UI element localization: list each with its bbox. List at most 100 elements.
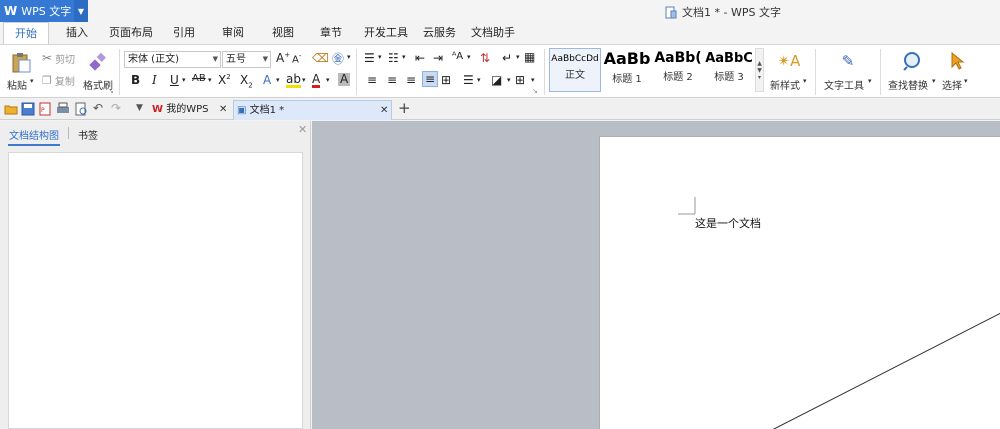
style-normal[interactable]: AaBbCcDd 正文	[549, 48, 601, 92]
grow-font-icon[interactable]: A+	[276, 51, 290, 65]
chevron-down-icon[interactable]: ▾	[30, 77, 34, 85]
chevron-down-icon[interactable]: ▾	[326, 76, 330, 84]
chevron-up-icon[interactable]: ▲	[757, 60, 762, 67]
table-icon[interactable]: ▦	[524, 50, 535, 64]
chevron-down-icon[interactable]: ▾	[516, 53, 520, 61]
sort-icon[interactable]: ⇅	[480, 51, 490, 65]
align-left-icon[interactable]: ≡	[367, 73, 377, 87]
tab-my-wps[interactable]: W 我的WPS ✕	[150, 100, 230, 120]
bold-icon[interactable]: B	[131, 73, 140, 87]
close-icon[interactable]: ✕	[380, 101, 388, 121]
chevron-down-icon[interactable]: ▼	[757, 67, 762, 74]
save-icon[interactable]	[21, 102, 35, 116]
shrink-font-icon[interactable]: A-	[292, 52, 301, 65]
borders-icon[interactable]: ⊞	[515, 73, 525, 87]
chevron-down-icon[interactable]: ▾	[378, 53, 382, 61]
cut-button[interactable]: ✂ 剪切	[42, 51, 92, 66]
clear-format-icon[interactable]: ⌫	[312, 51, 329, 65]
group-launcher-icon[interactable]: ↘	[532, 87, 538, 95]
tab-home[interactable]: 开始	[3, 22, 49, 45]
char-shading-icon[interactable]: A	[338, 73, 351, 86]
chevron-down-icon[interactable]: ▾	[507, 76, 511, 84]
distributed-align-icon[interactable]: ⊞	[441, 73, 451, 87]
expand-icon[interactable]: ▾	[758, 74, 761, 81]
tab-document-outline[interactable]: 文档结构图	[9, 127, 59, 142]
chevron-down-icon[interactable]: ▾	[208, 76, 212, 84]
new-style-label[interactable]: 新样式	[770, 77, 800, 92]
tab-cloud-service[interactable]: 云服务	[423, 22, 456, 44]
text-effect-icon[interactable]: A	[263, 73, 271, 87]
paste-button[interactable]	[8, 51, 34, 75]
chevron-down-icon[interactable]: ▾	[402, 53, 406, 61]
style-gallery-scroll[interactable]: ▲ ▼ ▾	[755, 48, 764, 92]
chevron-down-icon[interactable]: ▾	[347, 53, 351, 61]
chevron-down-icon[interactable]: ▾	[868, 77, 872, 85]
text-tools-label[interactable]: 文字工具	[824, 77, 864, 92]
bullet-list-icon[interactable]: ☰	[364, 51, 375, 65]
print-preview-icon[interactable]	[74, 102, 88, 116]
tab-review[interactable]: 审阅	[222, 22, 244, 44]
paste-label[interactable]: 粘贴	[7, 77, 27, 92]
outline-tree[interactable]	[8, 152, 303, 429]
tab-bookmarks[interactable]: 书签	[78, 127, 98, 142]
shading-icon[interactable]: ◪	[491, 73, 502, 87]
tab-view[interactable]: 视图	[272, 22, 294, 44]
strikethrough-icon[interactable]: AB	[192, 73, 206, 84]
chevron-down-icon[interactable]: ▾	[477, 76, 481, 84]
font-name-combo[interactable]: 宋体 (正文) ▼	[124, 51, 221, 68]
tab-insert[interactable]: 插入	[66, 22, 88, 44]
new-style-button[interactable]: ✴A	[777, 50, 801, 72]
find-replace-button[interactable]	[900, 49, 924, 73]
underline-icon[interactable]: U	[170, 73, 179, 87]
align-center-icon[interactable]: ≡	[387, 73, 397, 87]
font-color-icon[interactable]: A	[312, 73, 321, 88]
print-icon[interactable]	[56, 102, 70, 116]
open-folder-icon[interactable]	[4, 102, 18, 116]
chevron-down-icon[interactable]: ▼	[74, 0, 88, 22]
line-spacing-icon[interactable]: ☰	[463, 73, 474, 87]
change-case-icon[interactable]: ᴬA	[452, 51, 463, 62]
subscript-icon[interactable]: X2	[240, 73, 253, 89]
find-replace-label[interactable]: 查找替换	[888, 77, 928, 92]
chevron-down-icon[interactable]: ▾	[964, 77, 968, 85]
chevron-down-icon[interactable]: ▾	[182, 76, 186, 84]
chevron-down-icon[interactable]: ▾	[803, 77, 807, 85]
numbered-list-icon[interactable]: ☷	[388, 51, 399, 65]
style-heading-3[interactable]: AaBbC 标题 3	[704, 48, 754, 92]
close-icon[interactable]: ✕	[219, 100, 227, 120]
export-pdf-icon[interactable]: P	[38, 102, 52, 116]
close-icon[interactable]: ✕	[298, 123, 307, 136]
decrease-indent-icon[interactable]: ⇤	[415, 51, 425, 65]
document-text[interactable]: 这是一个文档	[695, 215, 761, 231]
highlight-icon[interactable]: ab	[286, 73, 301, 88]
tab-references[interactable]: 引用	[173, 22, 195, 44]
document-page[interactable]: 这是一个文档	[599, 136, 1000, 429]
tab-document-1[interactable]: ▣ 文档1 * ✕	[233, 100, 392, 120]
phonetic-guide-icon[interactable]: ㊎	[332, 50, 344, 67]
customize-toolbar-icon[interactable]: ▼	[136, 103, 143, 113]
select-label[interactable]: 选择	[942, 77, 962, 92]
align-right-icon[interactable]: ≡	[406, 73, 416, 87]
new-tab-plus-icon[interactable]: +	[398, 99, 411, 117]
app-menu-button[interactable]: W WPS 文字 ▼	[0, 0, 88, 22]
style-heading-2[interactable]: AaBb( 标题 2	[653, 48, 703, 92]
tab-page-layout[interactable]: 页面布局	[109, 22, 153, 44]
tab-section[interactable]: 章节	[320, 22, 342, 44]
show-marks-icon[interactable]: ↵	[502, 51, 512, 65]
text-tools-button[interactable]: ✎	[836, 50, 860, 72]
chevron-down-icon[interactable]: ▾	[467, 53, 471, 61]
increase-indent-icon[interactable]: ⇥	[433, 51, 443, 65]
redo-icon[interactable]: ↷	[111, 101, 121, 115]
chevron-down-icon[interactable]: ▾	[531, 76, 535, 84]
font-size-combo[interactable]: 五号 ▼	[222, 51, 271, 68]
italic-icon[interactable]: I	[152, 73, 157, 87]
tab-developer[interactable]: 开发工具	[364, 22, 408, 44]
document-canvas[interactable]: 这是一个文档	[312, 121, 1000, 429]
chevron-down-icon[interactable]: ▾	[302, 76, 306, 84]
format-painter-button[interactable]	[86, 51, 110, 73]
style-heading-1[interactable]: AaBb 标题 1	[602, 48, 652, 92]
select-button[interactable]	[946, 50, 968, 72]
justify-icon[interactable]: ≡	[422, 71, 439, 87]
undo-icon[interactable]: ↶	[93, 101, 103, 115]
chevron-down-icon[interactable]: ▾	[276, 76, 280, 84]
